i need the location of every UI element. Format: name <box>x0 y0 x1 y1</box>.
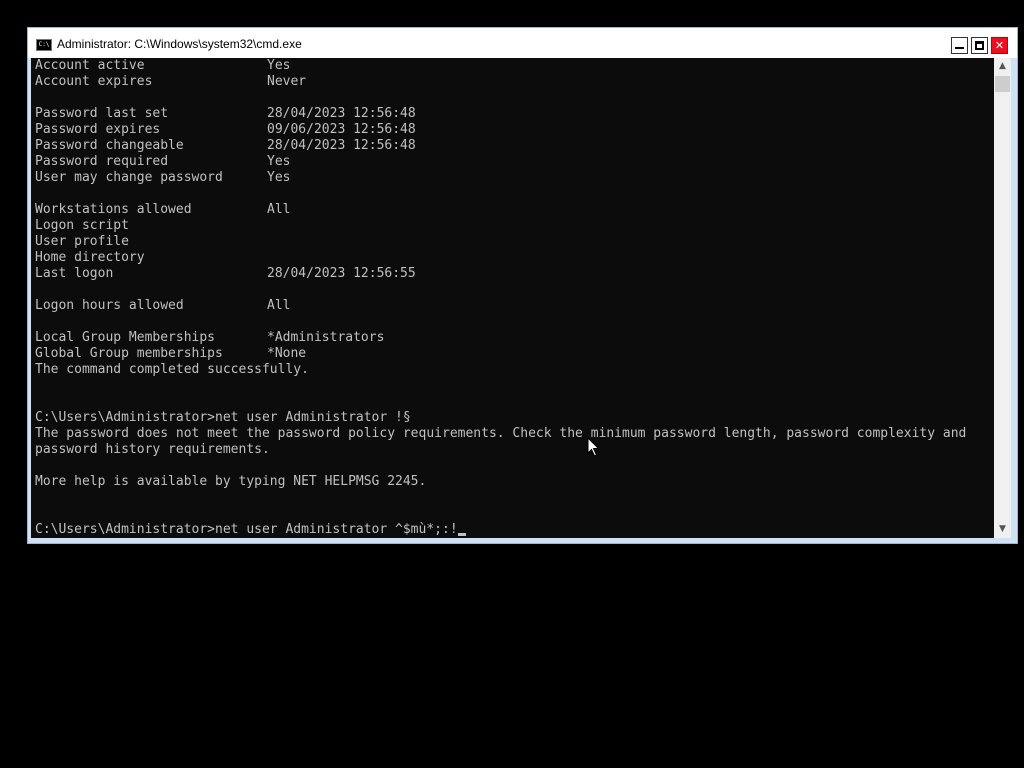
console-line-value: All <box>267 298 291 313</box>
console-line: Logon script <box>35 218 129 234</box>
console-line: The command completed successfully. <box>35 362 309 378</box>
console-line-text: The command completed successfully. <box>35 362 309 377</box>
console-line: C:\Users\Administrator>net user Administ… <box>35 410 411 426</box>
console-line: Password last set 28/04/2023 12:56:48 <box>35 106 416 122</box>
console-output[interactable]: Account active Yes Account expires Never Pas… <box>31 58 994 538</box>
close-icon: ✕ <box>994 39 1005 52</box>
mouse-pointer-icon <box>587 437 600 457</box>
vertical-scrollbar[interactable]: ▲ ▼ <box>994 58 1011 538</box>
close-button[interactable]: ✕ <box>991 37 1008 54</box>
console-line: More help is available by typing NET HEL… <box>35 474 426 490</box>
console-line-text: Password expires <box>35 122 161 137</box>
console-line-text: Password changeable <box>35 138 184 153</box>
scroll-down-arrow-icon[interactable]: ▼ <box>994 521 1011 538</box>
console-line-value: Yes <box>267 170 291 185</box>
console-line-value: Yes <box>267 58 291 73</box>
console-line: Password expires 09/06/2023 12:56:48 <box>35 122 416 138</box>
console-line-text: Account active <box>35 58 145 73</box>
console-line: Workstations allowed All <box>35 202 290 218</box>
console-line-text: password history requirements. <box>35 442 270 457</box>
console-line-value: 28/04/2023 12:56:48 <box>267 138 416 153</box>
console-line: Password changeable 28/04/2023 12:56:48 <box>35 138 416 154</box>
console-line: Account expires Never <box>35 74 306 90</box>
console-line-text: C:\Users\Administrator>net user Administ… <box>35 410 411 425</box>
scroll-up-arrow-icon[interactable]: ▲ <box>994 58 1011 75</box>
console-line: User profile <box>35 234 129 250</box>
console-line-text: Workstations allowed <box>35 202 192 217</box>
maximize-icon <box>975 41 984 50</box>
prompt-path: C:\Users\Administrator> <box>35 522 216 537</box>
cmd-icon[interactable]: C:\ <box>36 39 52 51</box>
console-line-value: All <box>267 202 291 217</box>
title-bar[interactable]: C:\ Administrator: C:\Windows\system32\c… <box>28 28 1017 58</box>
console-line: User may change password Yes <box>35 170 290 186</box>
console-line-value: Never <box>267 74 307 89</box>
console-line-value: 28/04/2023 12:56:55 <box>267 266 416 281</box>
command-input[interactable]: net user Administrator ^$mù*;:! <box>215 522 458 537</box>
console-line-text: Home directory <box>35 250 145 265</box>
console-line-text: Password required <box>35 154 169 169</box>
console-line-value: *Administrators <box>267 330 385 345</box>
cmd-window[interactable]: C:\ Administrator: C:\Windows\system32\c… <box>27 27 1018 544</box>
console-line: Last logon 28/04/2023 12:56:55 <box>35 266 416 282</box>
console-line-text: Logon script <box>35 218 129 233</box>
console-line-text: Logon hours allowed <box>35 298 184 313</box>
console-line-value: 28/04/2023 12:56:48 <box>267 106 416 121</box>
console-line-value: Yes <box>267 154 291 169</box>
window-title: Administrator: C:\Windows\system32\cmd.e… <box>57 37 302 51</box>
console-line: Logon hours allowed All <box>35 298 290 314</box>
console-line: Home directory <box>35 250 145 266</box>
console-line-value: *None <box>267 346 307 361</box>
maximize-button[interactable] <box>971 37 988 54</box>
console-line: password history requirements. <box>35 442 270 458</box>
console-line-text: User may change password <box>35 170 223 185</box>
console-line-text: The password does not meet the password … <box>35 426 967 441</box>
console-line-text: Local Group Memberships <box>35 330 216 345</box>
console-line-value: 09/06/2023 12:56:48 <box>267 122 416 137</box>
minimize-button[interactable] <box>951 37 968 54</box>
console-line: The password does not meet the password … <box>35 426 966 442</box>
console-line-text: User profile <box>35 234 129 249</box>
console-line: Account active Yes <box>35 58 290 74</box>
console-line: Global Group memberships *None <box>35 346 306 362</box>
console-line: Password required Yes <box>35 154 290 170</box>
console-line-text: Account expires <box>35 74 153 89</box>
console-line-text: Global Group memberships <box>35 346 223 361</box>
console-line-text: Password last set <box>35 106 169 121</box>
console-line: Local Group Memberships *Administrators <box>35 330 384 346</box>
console-line-text: More help is available by typing NET HEL… <box>35 474 427 489</box>
scroll-thumb[interactable] <box>995 76 1010 92</box>
minimize-icon <box>955 47 964 49</box>
text-cursor <box>457 533 466 536</box>
console-line-text: Last logon <box>35 266 114 281</box>
command-prompt-line[interactable]: C:\Users\Administrator>net user Administ… <box>35 522 466 538</box>
